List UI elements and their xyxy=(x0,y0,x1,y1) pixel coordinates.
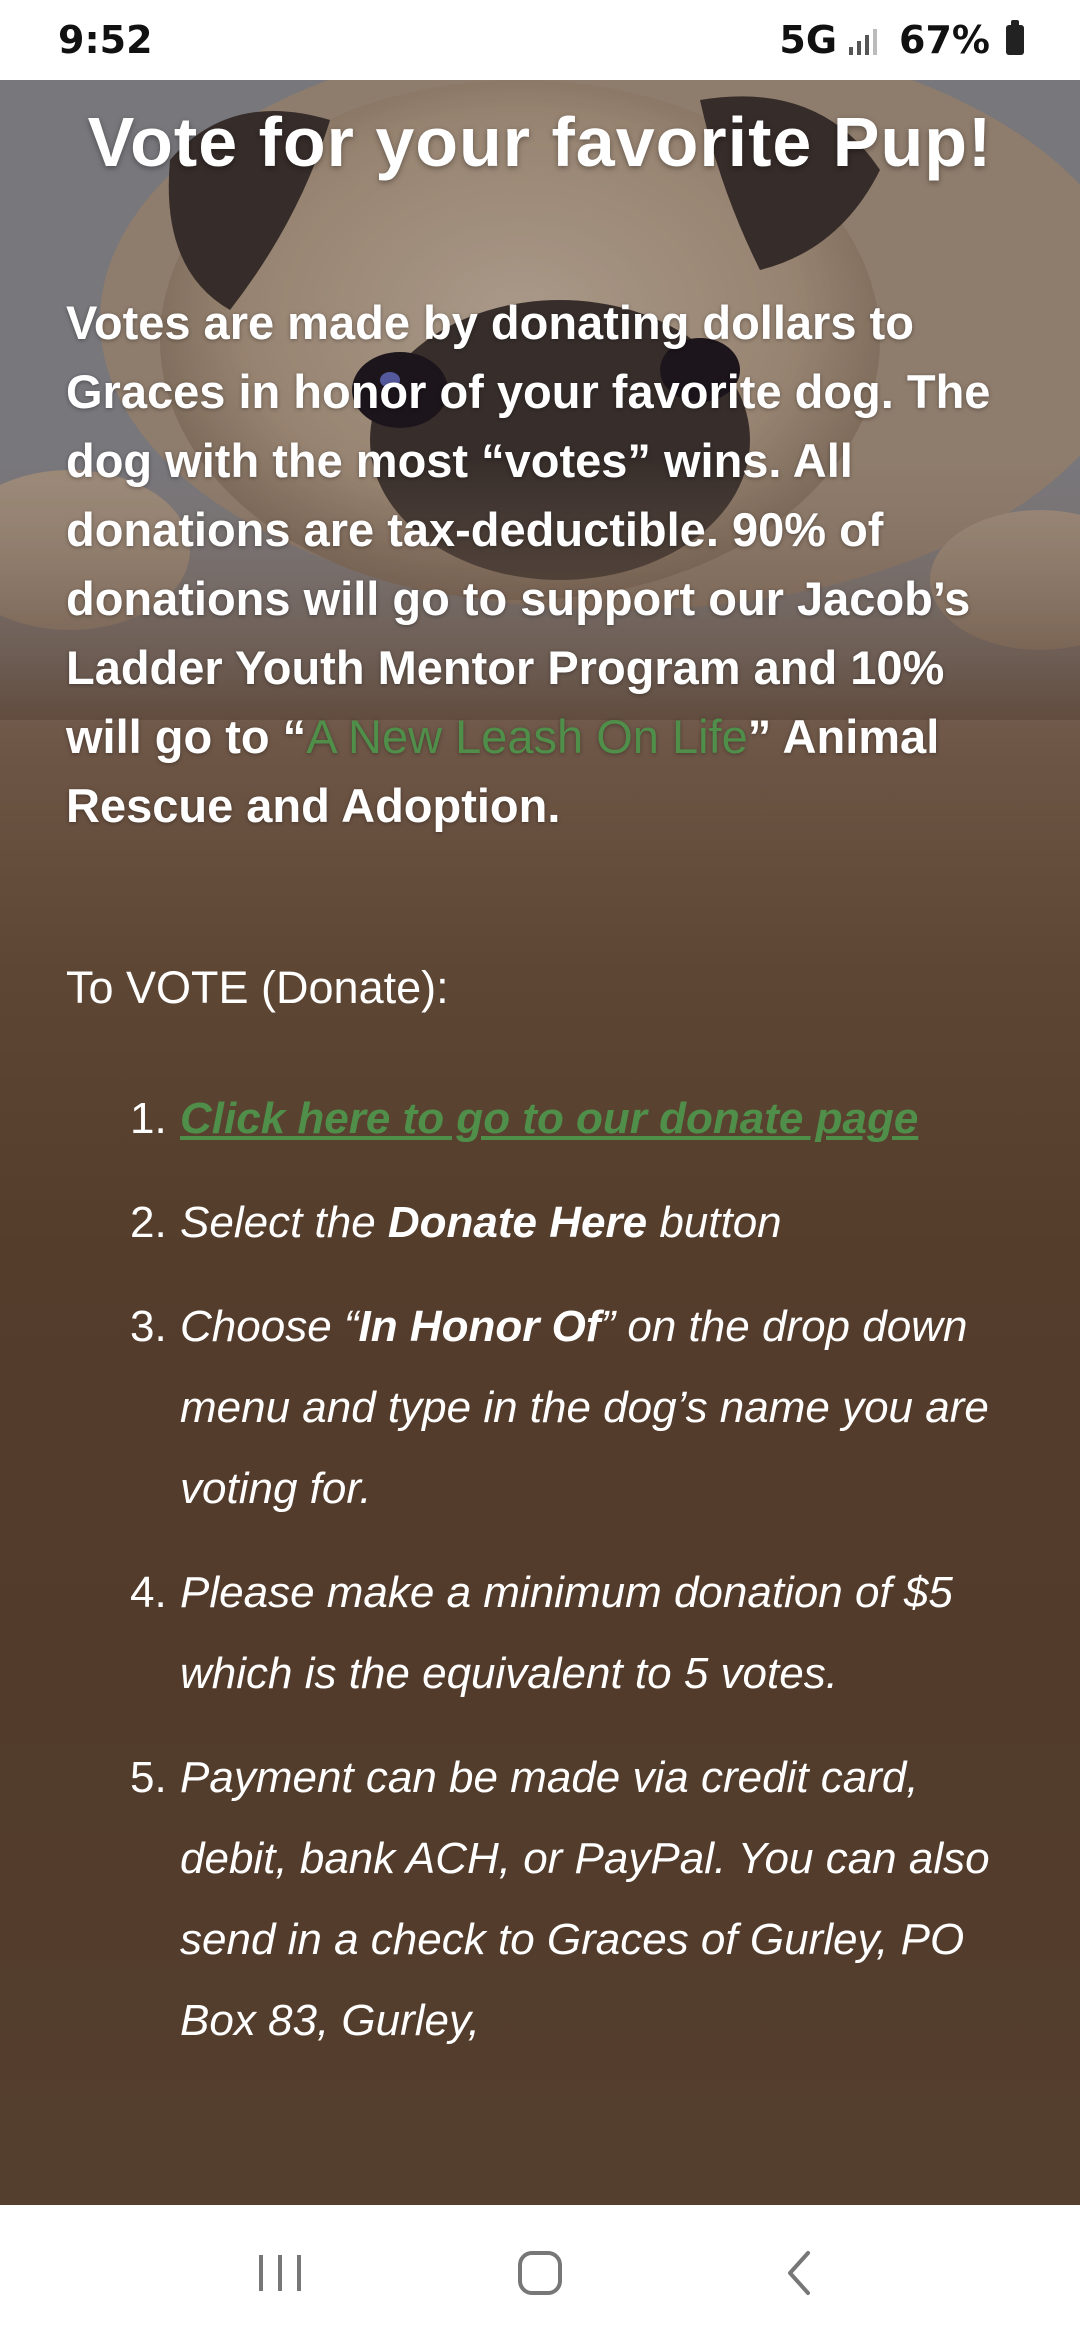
article: Vote for your favorite Pup! Votes are ma… xyxy=(0,80,1080,2061)
step-number: 3. xyxy=(130,1302,167,1351)
status-bar: 9:52 5G 67% xyxy=(0,0,1080,80)
network-type: 5G xyxy=(779,18,838,62)
step-number: 2. xyxy=(130,1198,167,1247)
battery-icon xyxy=(1006,20,1024,55)
back-icon[interactable] xyxy=(765,2238,835,2308)
step-emphasis: In Honor Of xyxy=(358,1302,601,1351)
step-text: Payment can be made via credit card, deb… xyxy=(180,1753,990,2045)
step-text: Select the Donate Here button xyxy=(180,1182,1014,1263)
new-leash-link[interactable]: A New Leash On Life xyxy=(306,710,748,763)
step-number: 5. xyxy=(130,1753,167,1802)
list-item: 2. Select the Donate Here button xyxy=(130,1182,1014,1263)
step-number: 1. xyxy=(130,1094,167,1143)
donate-page-link[interactable]: Click here to go to our donate page xyxy=(180,1094,918,1143)
steps-list: 1. Click here to go to our donate page 2… xyxy=(66,1078,1014,2061)
step-text-part: button xyxy=(647,1198,782,1247)
intro-paragraph: Votes are made by donating dollars to Gr… xyxy=(66,288,1014,840)
vote-heading: To VOTE (Donate): xyxy=(66,962,449,1013)
step-emphasis: Donate Here xyxy=(387,1198,648,1247)
page-content[interactable]: Vote for your favorite Pup! Votes are ma… xyxy=(0,80,1080,2205)
page-title: Vote for your favorite Pup! xyxy=(87,103,993,181)
step-text: Choose “In Honor Of” on the drop down me… xyxy=(180,1286,1014,1529)
list-item: 1. Click here to go to our donate page xyxy=(130,1078,1014,1159)
step-text: Please make a minimum donation of $5 whi… xyxy=(180,1568,953,1698)
signal-icon xyxy=(849,25,878,55)
step-number: 4. xyxy=(130,1568,167,1617)
list-item: 5. Payment can be made via credit card, … xyxy=(130,1737,1014,2061)
list-item: 4. Please make a minimum donation of $5 … xyxy=(130,1552,1014,1714)
list-item: 3. Choose “In Honor Of” on the drop down… xyxy=(130,1286,1014,1529)
navigation-bar xyxy=(0,2205,1080,2340)
step-text-part: Select the xyxy=(180,1198,388,1247)
status-time: 9:52 xyxy=(58,18,153,62)
battery-percent: 67% xyxy=(899,18,990,62)
recent-apps-icon[interactable] xyxy=(245,2238,315,2308)
status-indicators: 5G 67% xyxy=(779,18,1024,62)
home-icon[interactable] xyxy=(505,2238,575,2308)
intro-text-1: Votes are made by donating dollars to Gr… xyxy=(66,296,991,763)
step-text-part: Choose “ xyxy=(180,1302,359,1351)
